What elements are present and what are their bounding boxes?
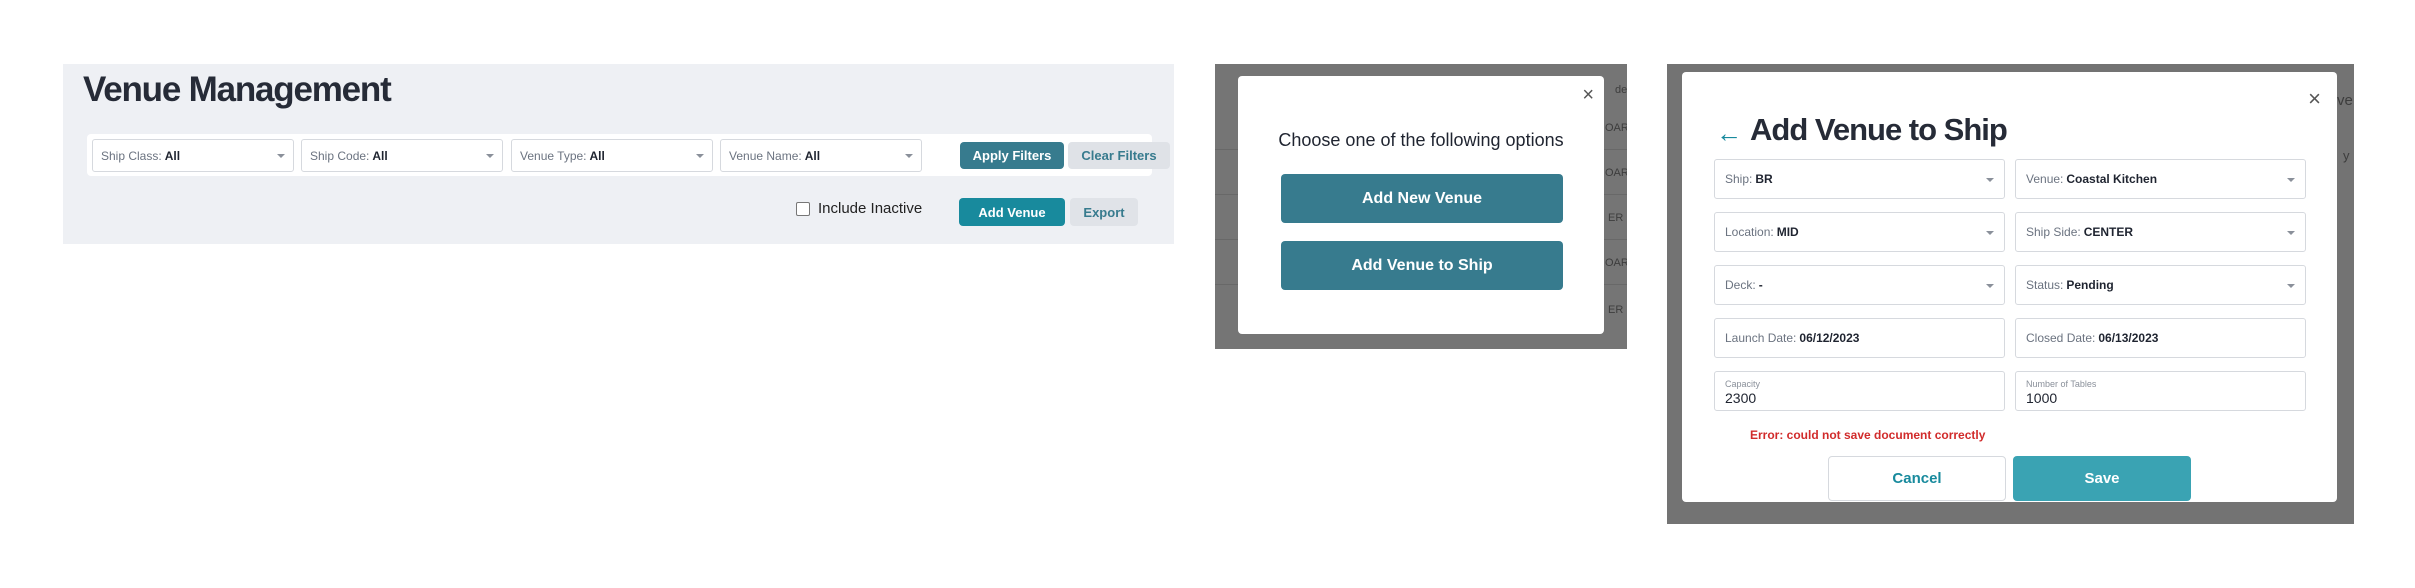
include-inactive-checkbox[interactable] bbox=[796, 201, 810, 216]
options-modal: × Choose one of the following options Ad… bbox=[1238, 76, 1604, 334]
field-value: MID bbox=[1776, 225, 1799, 239]
field-value: CENTER bbox=[2083, 225, 2134, 239]
field-label: Venue: bbox=[2026, 172, 2064, 186]
background-text: OAR bbox=[1605, 257, 1627, 269]
field-label: Launch Date: bbox=[1725, 331, 1797, 345]
add-new-venue-button[interactable]: Add New Venue bbox=[1281, 174, 1563, 223]
capacity-field[interactable]: Capacity 2300 bbox=[1714, 371, 2005, 411]
add-venue-to-ship-button[interactable]: Add Venue to Ship bbox=[1281, 241, 1563, 290]
filter-value: All bbox=[589, 148, 605, 163]
field-label: Deck: bbox=[1725, 278, 1756, 292]
field-label: Capacity bbox=[1725, 378, 1761, 389]
filter-value: All bbox=[164, 148, 181, 163]
deck-select[interactable]: Deck: - bbox=[1714, 265, 2005, 305]
filter-label: Venue Type: bbox=[520, 148, 587, 163]
close-icon[interactable]: × bbox=[1582, 84, 1594, 107]
status-select[interactable]: Status: Pending bbox=[2015, 265, 2306, 305]
venue-management-panel: Venue Management Ship Class: All Ship Co… bbox=[63, 64, 1174, 244]
background-text: OAR bbox=[1605, 167, 1627, 179]
options-overlay: de OAR OAR ER OAR ER × Choose one of the… bbox=[1215, 64, 1627, 349]
clear-filters-button[interactable]: Clear Filters bbox=[1068, 142, 1170, 169]
close-icon[interactable]: × bbox=[2308, 86, 2321, 112]
error-message: Error: could not save document correctly bbox=[1750, 428, 1986, 442]
field-label: Location: bbox=[1725, 225, 1774, 239]
chevron-down-icon bbox=[1986, 284, 1994, 288]
field-value: 06/13/2023 bbox=[2098, 331, 2159, 345]
add-venue-overlay: ve y × ← Add Venue to Ship Ship: BR Venu… bbox=[1667, 64, 2354, 524]
filter-label: Ship Code: bbox=[310, 148, 370, 163]
launch-date-field[interactable]: Launch Date: 06/12/2023 bbox=[1714, 318, 2005, 358]
cancel-button[interactable]: Cancel bbox=[1828, 456, 2006, 501]
background-text: de bbox=[1615, 84, 1627, 96]
filter-label: Ship Class: bbox=[101, 148, 162, 163]
filter-label: Venue Name: bbox=[729, 148, 802, 163]
field-label: Number of Tables bbox=[2026, 378, 2097, 389]
field-label: Status: bbox=[2026, 278, 2064, 292]
save-button[interactable]: Save bbox=[2013, 456, 2191, 501]
chevron-down-icon bbox=[1986, 178, 1994, 182]
field-value: BR bbox=[1755, 172, 1773, 186]
background-text: ER bbox=[1608, 212, 1624, 224]
filter-value: All bbox=[804, 148, 821, 163]
field-value: 1000 bbox=[2026, 389, 2058, 406]
filter-value: All bbox=[372, 148, 388, 163]
background-text: ER bbox=[1608, 304, 1624, 316]
chevron-down-icon bbox=[486, 154, 494, 158]
chevron-down-icon bbox=[2287, 178, 2295, 182]
closed-date-field[interactable]: Closed Date: 06/13/2023 bbox=[2015, 318, 2306, 358]
chevron-down-icon bbox=[2287, 284, 2295, 288]
modal-heading: Choose one of the following options bbox=[1278, 130, 1564, 150]
chevron-down-icon bbox=[2287, 231, 2295, 235]
add-venue-button[interactable]: Add Venue bbox=[959, 198, 1065, 226]
chevron-down-icon bbox=[277, 154, 285, 158]
include-inactive-toggle[interactable]: Include Inactive bbox=[796, 200, 922, 217]
field-value: Pending bbox=[2066, 278, 2114, 292]
chevron-down-icon bbox=[905, 154, 913, 158]
field-label: Closed Date: bbox=[2026, 331, 2096, 345]
export-button[interactable]: Export bbox=[1070, 198, 1138, 226]
add-venue-to-ship-modal: × ← Add Venue to Ship Ship: BR Venue: Co… bbox=[1682, 72, 2337, 502]
back-arrow-icon[interactable]: ← bbox=[1716, 118, 1742, 149]
venue-type-filter[interactable]: Venue Type: All bbox=[511, 139, 713, 172]
field-value: Coastal Kitchen bbox=[2066, 172, 2158, 186]
field-value: 2300 bbox=[1725, 389, 1757, 406]
modal-title: Add Venue to Ship bbox=[1750, 112, 2008, 147]
chevron-down-icon bbox=[696, 154, 704, 158]
include-inactive-label: Include Inactive bbox=[818, 200, 923, 217]
field-label: Ship: bbox=[1725, 172, 1753, 186]
field-value: 06/12/2023 bbox=[1799, 331, 1860, 345]
number-of-tables-field[interactable]: Number of Tables 1000 bbox=[2015, 371, 2306, 411]
ship-side-select[interactable]: Ship Side: CENTER bbox=[2015, 212, 2306, 252]
venue-name-filter[interactable]: Venue Name: All bbox=[720, 139, 922, 172]
apply-filters-button[interactable]: Apply Filters bbox=[960, 142, 1064, 169]
field-value: - bbox=[1758, 278, 1763, 292]
location-select[interactable]: Location: MID bbox=[1714, 212, 2005, 252]
ship-code-filter[interactable]: Ship Code: All bbox=[301, 139, 503, 172]
chevron-down-icon bbox=[1986, 231, 1994, 235]
background-text: y bbox=[2343, 148, 2350, 163]
ship-select[interactable]: Ship: BR bbox=[1714, 159, 2005, 199]
venue-select[interactable]: Venue: Coastal Kitchen bbox=[2015, 159, 2306, 199]
background-text: OAR bbox=[1605, 122, 1627, 134]
filter-bar: Ship Class: All Ship Code: All Venue Typ… bbox=[87, 134, 1170, 176]
background-text: ve bbox=[2337, 92, 2353, 109]
page-title: Venue Management bbox=[83, 70, 392, 109]
field-label: Ship Side: bbox=[2026, 225, 2081, 239]
ship-class-filter[interactable]: Ship Class: All bbox=[92, 139, 294, 172]
